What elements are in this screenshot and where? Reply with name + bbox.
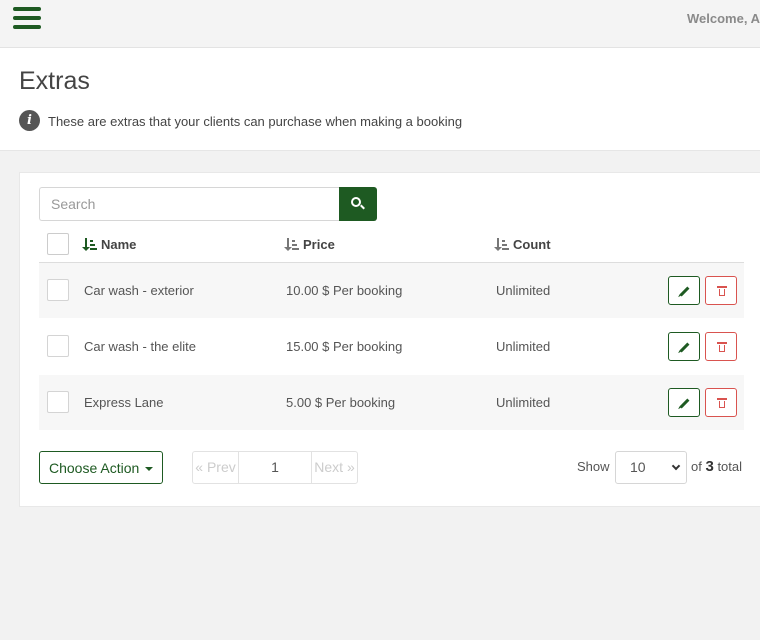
page-number-input[interactable]: 1: [238, 451, 312, 484]
column-name-header[interactable]: Name: [82, 237, 136, 252]
menu-icon[interactable]: [13, 7, 41, 31]
delete-button[interactable]: [705, 388, 737, 417]
chevron-down-icon: [671, 461, 681, 471]
pencil-icon: [679, 342, 690, 353]
welcome-text: Welcome, Ad: [687, 11, 760, 26]
extra-count: Unlimited: [496, 395, 551, 410]
row-checkbox[interactable]: [47, 279, 69, 301]
table-row: Car wash - the elite 15.00 $ Per booking…: [39, 319, 744, 375]
table-row: Express Lane 5.00 $ Per booking Unlimite…: [39, 375, 744, 431]
extras-table: Name Price Count Car wash - exterior 10.…: [39, 225, 744, 431]
choose-action-button[interactable]: Choose Action: [39, 451, 163, 484]
caret-down-icon: [145, 467, 153, 471]
sort-icon: [494, 238, 509, 251]
next-page-button[interactable]: Next »: [311, 451, 358, 484]
trash-icon: [717, 398, 727, 408]
extra-name: Car wash - exterior: [84, 283, 194, 298]
extra-count: Unlimited: [496, 339, 551, 354]
sort-icon: [284, 238, 299, 251]
extra-name: Car wash - the elite: [84, 339, 196, 354]
table-row: Car wash - exterior 10.00 $ Per booking …: [39, 263, 744, 319]
table-header: Name Price Count: [39, 225, 744, 263]
column-count-header[interactable]: Count: [494, 237, 551, 252]
page-header: Extras i These are extras that your clie…: [0, 48, 760, 151]
sort-icon: [82, 238, 97, 251]
search-input[interactable]: [39, 187, 339, 221]
search-button[interactable]: [339, 187, 377, 221]
extras-card: Name Price Count Car wash - exterior 10.…: [19, 172, 760, 507]
extra-count: Unlimited: [496, 283, 551, 298]
page-size-select[interactable]: 10: [615, 451, 687, 484]
extra-name: Express Lane: [84, 395, 164, 410]
top-bar: Welcome, Ad: [0, 0, 760, 48]
pencil-icon: [679, 286, 690, 297]
total-count: of 3 total: [691, 458, 743, 475]
row-checkbox[interactable]: [47, 335, 69, 357]
extra-price: 10.00 $ Per booking: [286, 283, 403, 298]
column-price-header[interactable]: Price: [284, 237, 335, 252]
info-text: These are extras that your clients can p…: [48, 114, 463, 129]
edit-button[interactable]: [668, 276, 700, 305]
extra-price: 15.00 $ Per booking: [286, 339, 403, 354]
trash-icon: [717, 286, 727, 296]
pencil-icon: [679, 398, 690, 409]
delete-button[interactable]: [705, 332, 737, 361]
edit-button[interactable]: [668, 332, 700, 361]
extra-price: 5.00 $ Per booking: [286, 395, 396, 410]
select-all-checkbox[interactable]: [47, 233, 69, 255]
prev-page-button[interactable]: « Prev: [192, 451, 239, 484]
info-icon: i: [19, 110, 40, 131]
row-checkbox[interactable]: [47, 391, 69, 413]
show-label: Show: [577, 459, 610, 474]
trash-icon: [717, 342, 727, 352]
edit-button[interactable]: [668, 388, 700, 417]
delete-button[interactable]: [705, 276, 737, 305]
page-title: Extras: [19, 67, 90, 95]
